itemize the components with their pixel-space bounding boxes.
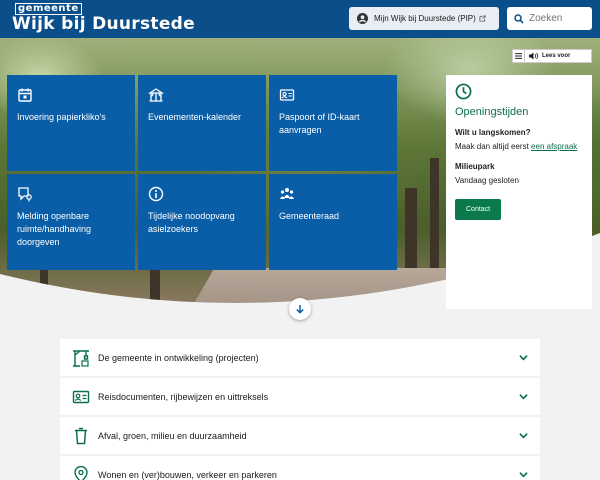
tile-label: Tijdelijke noodopvang asielzoekers [148, 211, 235, 234]
clock-icon [455, 83, 472, 100]
id-card-icon [72, 390, 90, 403]
tile-label: Paspoort of ID-kaart aanvragen [279, 112, 360, 135]
accordion-label: Wonen en (ver)bouwen, verkeer en parkere… [98, 469, 277, 480]
tile-paspoort[interactable]: Paspoort of ID-kaart aanvragen [269, 75, 397, 171]
chevron-down-icon [519, 472, 528, 478]
appointment-text: Maak dan altijd eerst een afspraak [455, 142, 578, 151]
pip-login-button[interactable]: Mijn Wijk bij Duurstede (PIP) [349, 7, 499, 30]
calendar-icon [18, 88, 32, 102]
chevron-down-icon [519, 394, 528, 400]
map-pin-icon [74, 465, 88, 480]
accordion-item-wonen[interactable]: Wonen en (ver)bouwen, verkeer en parkere… [60, 456, 540, 480]
hero-section: Lees voor Invoering papierkliko's Evenem… [0, 38, 600, 310]
external-link-icon [479, 15, 486, 22]
search-icon[interactable] [514, 13, 524, 24]
accordion-label: De gemeente in ontwikkeling (projecten) [98, 352, 259, 363]
scroll-down-button[interactable] [289, 298, 311, 320]
accordion-item-afval[interactable]: Afval, groen, milieu en duurzaamheid [60, 417, 540, 454]
visit-question: Wilt u langskomen? [455, 128, 531, 137]
tile-label: Invoering papierkliko's [17, 112, 106, 122]
logo-main-text: Wijk bij Duurstede [12, 14, 195, 34]
read-aloud-bar[interactable]: Lees voor [512, 49, 592, 63]
report-pin-icon [18, 187, 32, 202]
chevron-down-icon [519, 355, 528, 361]
search-box [507, 7, 592, 30]
location-name: Milieupark [455, 162, 495, 171]
tent-icon [148, 88, 164, 102]
info-icon [148, 186, 164, 202]
user-icon [357, 13, 368, 24]
appointment-link[interactable]: een afspraak [531, 142, 577, 151]
id-card-icon [279, 89, 295, 101]
tile-label: Gemeenteraad [279, 211, 340, 221]
chevron-down-icon [519, 433, 528, 439]
accordion-label: Reisdocumenten, rijbewijzen en uittrekse… [98, 391, 269, 402]
tile-gemeenteraad[interactable]: Gemeenteraad [269, 174, 397, 270]
search-input[interactable] [529, 13, 589, 24]
menu-icon[interactable] [513, 50, 525, 62]
speaker-icon [529, 52, 539, 60]
tile-label: Evenementen-kalender [148, 112, 242, 122]
arrow-down-icon [296, 305, 304, 314]
tile-melding[interactable]: Melding openbare ruimte/handhaving doorg… [7, 174, 135, 270]
tile-papierkliko[interactable]: Invoering papierkliko's [7, 75, 135, 171]
accordion-item-projecten[interactable]: De gemeente in ontwikkeling (projecten) [60, 339, 540, 376]
opening-hours-title: Openingstijden [455, 106, 529, 118]
people-icon [280, 188, 294, 199]
pip-login-label: Mijn Wijk bij Duurstede (PIP) [374, 14, 476, 23]
contact-button[interactable]: Contact [455, 199, 502, 220]
location-status: Vandaag gesloten [455, 176, 519, 185]
crane-icon [73, 349, 89, 367]
opening-hours-card: Openingstijden Wilt u langskomen? Maak d… [446, 75, 592, 309]
bin-icon [75, 427, 87, 444]
site-logo[interactable]: gemeente Wijk bij Duurstede [12, 3, 195, 35]
site-header: gemeente Wijk bij Duurstede Mijn Wijk bi… [0, 0, 600, 38]
tile-label: Melding openbare ruimte/handhaving doorg… [17, 211, 92, 247]
tile-noodopvang[interactable]: Tijdelijke noodopvang asielzoekers [138, 174, 266, 270]
tile-evenementen[interactable]: Evenementen-kalender [138, 75, 266, 171]
read-aloud-label: Lees voor [542, 53, 571, 59]
accordion-item-reisdocumenten[interactable]: Reisdocumenten, rijbewijzen en uittrekse… [60, 378, 540, 415]
accordion-label: Afval, groen, milieu en duurzaamheid [98, 430, 247, 441]
